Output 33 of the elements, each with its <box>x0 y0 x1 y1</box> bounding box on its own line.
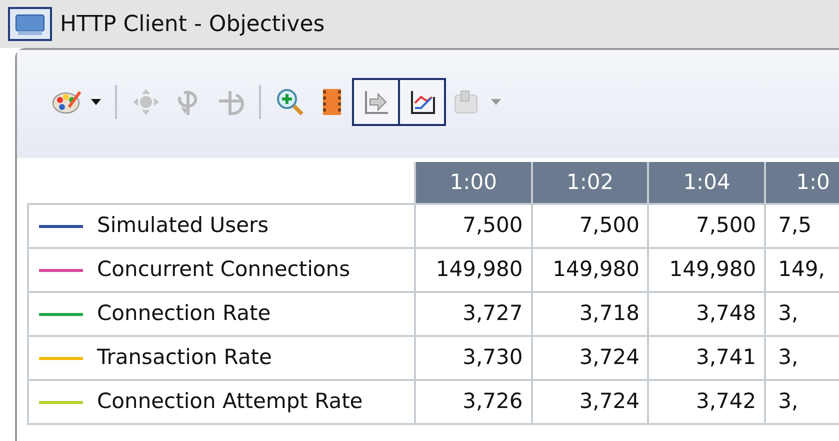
window-title: HTTP Client - Objectives <box>60 10 325 38</box>
toolbar-button[interactable] <box>398 78 446 126</box>
table-cell: 3,741 <box>648 336 766 380</box>
table-cell: 3,730 <box>415 336 532 380</box>
series-name: Transaction Rate <box>97 344 272 372</box>
zoom-in-icon <box>275 87 305 117</box>
table-cell: 3,724 <box>532 380 648 424</box>
caret-icon <box>491 99 501 105</box>
table-cell: 149,980 <box>415 248 532 292</box>
caret-icon <box>91 99 101 105</box>
series-name: Connection Attempt Rate <box>97 388 363 416</box>
column-header: 1:04 <box>648 162 766 204</box>
series-name: Concurrent Connections <box>97 256 350 284</box>
table-cell: 3,742 <box>648 380 766 424</box>
table-cell: 7,500 <box>415 204 532 248</box>
table-cell: 7,500 <box>648 204 766 248</box>
table-cell: 3,727 <box>415 292 532 336</box>
toolbar-button[interactable] <box>352 78 400 126</box>
column-header: 1:02 <box>532 162 648 204</box>
column-header: 1:00 <box>415 162 532 204</box>
series-name: Simulated Users <box>97 212 269 240</box>
table-cell: 149,980 <box>532 248 648 292</box>
column-header: 1:0 <box>765 162 839 204</box>
series-name: Connection Rate <box>97 300 271 328</box>
table-cell: 3,726 <box>415 380 532 424</box>
table-cell: 3,748 <box>648 292 766 336</box>
table-cell: 3,718 <box>532 292 648 336</box>
move-arrows-icon <box>131 87 161 117</box>
table-cell: 7,5 <box>765 204 839 248</box>
table-cell: 7,500 <box>532 204 648 248</box>
table-cell: 149,980 <box>648 248 766 292</box>
monitor-icon <box>8 7 52 41</box>
table-cell: 3,724 <box>532 336 648 380</box>
